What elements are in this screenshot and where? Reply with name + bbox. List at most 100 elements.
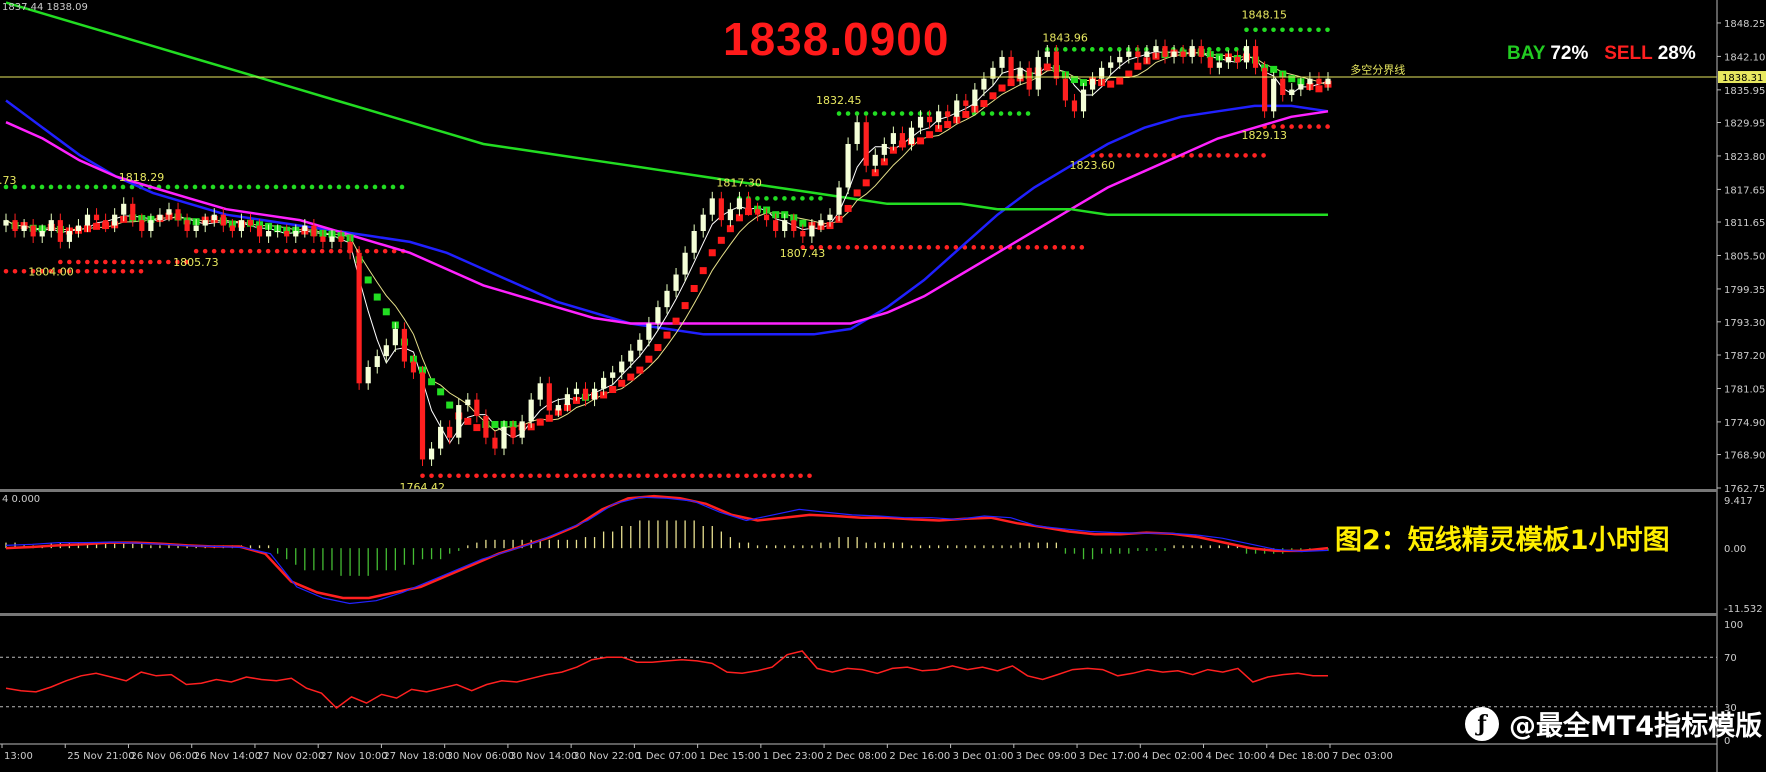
level-dot bbox=[238, 248, 244, 254]
level-dot bbox=[890, 111, 896, 116]
candle-body bbox=[836, 187, 842, 215]
trend-band-block bbox=[428, 378, 436, 386]
candle-body bbox=[428, 448, 435, 460]
candle-body bbox=[193, 225, 199, 232]
trend-band-block bbox=[1107, 80, 1115, 88]
level-dot bbox=[120, 268, 126, 274]
level-dot bbox=[555, 473, 560, 479]
candle-body bbox=[519, 421, 525, 438]
candle-body bbox=[1243, 46, 1250, 63]
candle-body bbox=[419, 372, 426, 460]
level-dot bbox=[309, 184, 315, 190]
candle-body bbox=[21, 225, 27, 232]
candle-body bbox=[1207, 56, 1213, 68]
candle-body bbox=[57, 220, 63, 242]
level-dot bbox=[989, 111, 995, 116]
level-dot bbox=[21, 184, 27, 190]
candle-body bbox=[555, 405, 561, 411]
candle-body bbox=[1216, 62, 1222, 68]
price-chart: 1848.15 1843.96 1832.45 1829.13 1823.60 1817.… bbox=[0, 0, 1766, 772]
level-dot bbox=[980, 111, 986, 116]
trend-band-block bbox=[654, 344, 662, 352]
y-tick-label: 1787.20 bbox=[1724, 351, 1765, 362]
level-dot bbox=[456, 473, 461, 479]
trend-band-block bbox=[382, 308, 390, 316]
trend-band-block bbox=[917, 137, 925, 145]
macd-y-tick-label: -11.532 bbox=[1724, 604, 1763, 615]
level-dot bbox=[771, 473, 776, 479]
level-dot bbox=[255, 184, 261, 190]
weibo-logo-icon: ƒ bbox=[1465, 706, 1499, 741]
candle-body bbox=[601, 377, 607, 389]
x-tick-label: 7 Dec 03:00 bbox=[1332, 751, 1393, 762]
level-dot bbox=[336, 184, 342, 190]
level-dot bbox=[618, 473, 623, 479]
candle-body bbox=[1271, 78, 1277, 112]
level-dot bbox=[256, 248, 262, 254]
level-dot bbox=[318, 184, 324, 190]
level-dot bbox=[67, 259, 72, 265]
level-dot bbox=[211, 248, 217, 254]
level-dot bbox=[809, 196, 814, 201]
candle-body bbox=[754, 209, 761, 215]
level-dot bbox=[1298, 124, 1303, 129]
level-dot bbox=[93, 184, 99, 190]
level-dot bbox=[872, 245, 878, 250]
level-dot bbox=[908, 245, 914, 250]
candle-body bbox=[664, 290, 670, 308]
level-dot bbox=[85, 259, 90, 265]
level-dot bbox=[328, 248, 334, 254]
level-dot bbox=[1244, 27, 1249, 33]
level-dot bbox=[247, 248, 253, 254]
candle-body bbox=[800, 231, 806, 237]
level-dot bbox=[1307, 27, 1312, 33]
level-dot bbox=[672, 473, 677, 479]
candle-body bbox=[646, 323, 652, 340]
mid-ma-line bbox=[5, 52, 1329, 432]
candle-body bbox=[546, 383, 552, 411]
macd-y-tick-label: 9.417 bbox=[1724, 496, 1753, 507]
trend-band-block bbox=[364, 276, 372, 284]
trend-band-block bbox=[699, 267, 707, 275]
level-dot bbox=[636, 473, 641, 479]
candle-body bbox=[93, 214, 100, 221]
candle-body bbox=[809, 225, 815, 237]
level-dot bbox=[854, 245, 860, 250]
price-annotation: 1848.15 bbox=[1242, 9, 1288, 22]
candle-body bbox=[229, 225, 235, 232]
level-dot bbox=[75, 184, 81, 190]
trend-band-block bbox=[1125, 70, 1133, 78]
candle-body bbox=[121, 203, 127, 215]
candle-body bbox=[945, 111, 951, 117]
x-tick-label: 30 Nov 06:00 bbox=[447, 751, 514, 762]
level-dot bbox=[1117, 153, 1122, 158]
level-dot bbox=[582, 473, 587, 479]
trend-band-block bbox=[446, 401, 454, 409]
level-dot bbox=[609, 473, 614, 479]
candle-body bbox=[474, 399, 480, 416]
x-tick-label: 3 Dec 17:00 bbox=[1079, 751, 1140, 762]
level-dot bbox=[1225, 47, 1230, 52]
sell-percent: 28% bbox=[1657, 43, 1696, 64]
candle-body bbox=[39, 231, 45, 237]
x-tick-label: 4 Dec 18:00 bbox=[1269, 751, 1330, 762]
candle-body bbox=[1126, 51, 1132, 57]
level-dot bbox=[980, 245, 986, 250]
level-dot bbox=[1099, 153, 1104, 158]
candle-body bbox=[537, 383, 543, 400]
level-dot bbox=[166, 259, 171, 265]
y-tick-label: 1823.80 bbox=[1724, 152, 1765, 163]
candle-body bbox=[782, 220, 788, 232]
x-tick-label: 1 Dec 15:00 bbox=[700, 751, 761, 762]
candle-body bbox=[963, 100, 969, 106]
candle-body bbox=[356, 252, 362, 384]
level-dot bbox=[84, 184, 90, 190]
candle-body bbox=[881, 143, 887, 155]
trend-band-block bbox=[1116, 77, 1124, 85]
level-dot bbox=[1243, 153, 1248, 158]
level-dot bbox=[519, 473, 524, 479]
level-dot bbox=[1108, 47, 1113, 52]
trend-band-block bbox=[1288, 75, 1296, 83]
candle-body bbox=[66, 231, 72, 242]
candle-body bbox=[438, 426, 444, 449]
